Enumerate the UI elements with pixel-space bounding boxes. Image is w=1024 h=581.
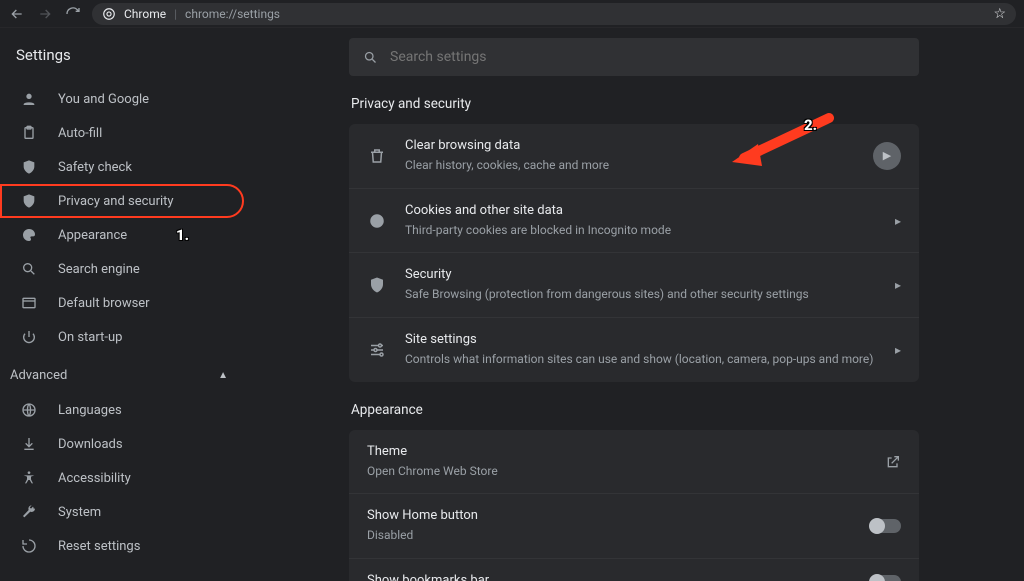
download-icon: [20, 435, 38, 453]
palette-icon: [20, 226, 38, 244]
toggle-home-button[interactable]: [871, 519, 901, 533]
row-subtitle: Open Chrome Web Store: [367, 463, 867, 480]
sidebar-advanced-label: Advanced: [10, 368, 67, 383]
sidebar-item-label: System: [58, 505, 101, 520]
section-appearance: Appearance Theme Open Chrome Web Store S…: [349, 402, 919, 581]
browser-icon: [20, 294, 38, 312]
sidebar-item-reset-settings[interactable]: Reset settings: [0, 529, 244, 563]
clipboard-icon: [20, 124, 38, 142]
wrench-icon: [20, 503, 38, 521]
sidebar-item-search-engine[interactable]: Search engine: [0, 252, 244, 286]
row-cookies[interactable]: Cookies and other site data Third-party …: [349, 188, 919, 253]
row-show-home-button[interactable]: Show Home button Disabled: [349, 493, 919, 558]
sidebar-item-label: Auto-fill: [58, 126, 102, 141]
sidebar-item-label: Languages: [58, 403, 122, 418]
settings-search-input[interactable]: [390, 49, 905, 65]
row-subtitle: Safe Browsing (protection from dangerous…: [405, 286, 877, 303]
row-title: Security: [405, 267, 877, 284]
sidebar-item-languages[interactable]: Languages: [0, 393, 244, 427]
sidebar-item-label: Accessibility: [58, 471, 131, 486]
chevron-right-icon: ▸: [895, 343, 901, 357]
row-show-bookmarks-bar[interactable]: Show bookmarks bar: [349, 558, 919, 581]
section-title-appearance: Appearance: [349, 402, 919, 418]
shield-icon: [367, 275, 387, 295]
address-bar[interactable]: Chrome | chrome://settings ☆: [92, 3, 1016, 25]
row-title: Clear browsing data: [405, 138, 855, 155]
chevron-right-icon: ▸: [895, 214, 901, 228]
sidebar-advanced-toggle[interactable]: Advanced ▲: [0, 354, 244, 393]
search-icon: [363, 50, 378, 65]
sidebar-item-label: On start-up: [58, 330, 122, 345]
trash-icon: [367, 146, 387, 166]
sidebar-item-label: Downloads: [58, 437, 123, 452]
person-icon: [20, 90, 38, 108]
sidebar-item-label: Search engine: [58, 262, 140, 277]
sidebar-item-label: Privacy and security: [58, 194, 174, 209]
bookmark-star-icon[interactable]: ☆: [993, 6, 1006, 22]
row-subtitle: Disabled: [367, 527, 853, 544]
sidebar-item-label: Reset settings: [58, 539, 140, 554]
omnibox-url: chrome://settings: [185, 7, 280, 21]
sidebar-item-appearance[interactable]: Appearance: [0, 218, 244, 252]
magnifier-icon: [20, 260, 38, 278]
sidebar-item-on-startup[interactable]: On start-up: [0, 320, 244, 354]
chevron-right-icon: ▸: [895, 278, 901, 292]
shield-check-icon: [20, 158, 38, 176]
privacy-card: Clear browsing data Clear history, cooki…: [349, 124, 919, 382]
row-theme[interactable]: Theme Open Chrome Web Store: [349, 430, 919, 494]
sidebar-item-default-browser[interactable]: Default browser: [0, 286, 244, 320]
settings-search[interactable]: [349, 38, 919, 76]
restore-icon: [20, 537, 38, 555]
row-security[interactable]: Security Safe Browsing (protection from …: [349, 252, 919, 317]
sidebar-item-system[interactable]: System: [0, 495, 244, 529]
row-subtitle: Controls what information sites can use …: [405, 351, 877, 368]
sidebar-item-label: Appearance: [58, 228, 127, 243]
sidebar-item-autofill[interactable]: Auto-fill: [0, 116, 244, 150]
sidebar-item-downloads[interactable]: Downloads: [0, 427, 244, 461]
tune-icon: [367, 340, 387, 360]
row-clear-browsing-data[interactable]: Clear browsing data Clear history, cooki…: [349, 124, 919, 188]
globe-icon: [20, 401, 38, 419]
toggle-bookmarks-bar[interactable]: [871, 575, 901, 581]
row-subtitle: Third-party cookies are blocked in Incog…: [405, 222, 877, 239]
sidebar-item-label: Safety check: [58, 160, 132, 175]
sidebar-item-label: Default browser: [58, 296, 150, 311]
row-subtitle: Clear history, cookies, cache and more: [405, 157, 855, 174]
sidebar-item-privacy-security[interactable]: Privacy and security: [0, 184, 244, 218]
sidebar-item-you-and-google[interactable]: You and Google: [0, 82, 244, 116]
sidebar-item-label: You and Google: [58, 92, 149, 107]
settings-main: Privacy and security Clear browsing data…: [244, 28, 1024, 581]
accessibility-icon: [20, 469, 38, 487]
cookie-icon: [367, 211, 387, 231]
chevron-right-icon: ▶: [873, 142, 901, 170]
row-title: Cookies and other site data: [405, 203, 877, 220]
sidebar-item-safety-check[interactable]: Safety check: [0, 150, 244, 184]
chrome-icon: [102, 7, 116, 21]
back-button[interactable]: [8, 5, 26, 23]
appearance-card: Theme Open Chrome Web Store Show Home bu…: [349, 430, 919, 581]
chevron-up-icon: ▲: [218, 370, 228, 381]
row-title: Site settings: [405, 332, 877, 349]
sidebar-title: Settings: [0, 46, 244, 82]
omnibox-separator: |: [174, 7, 177, 21]
omnibox-app-label: Chrome: [124, 7, 166, 21]
reload-button[interactable]: [64, 5, 82, 23]
open-external-icon: [885, 454, 901, 470]
settings-sidebar: Settings You and Google Auto-fill Safety…: [0, 28, 244, 581]
section-title-privacy: Privacy and security: [349, 96, 919, 112]
browser-chrome-bar: Chrome | chrome://settings ☆: [0, 0, 1024, 28]
section-privacy: Privacy and security Clear browsing data…: [349, 96, 919, 382]
power-icon: [20, 328, 38, 346]
row-title: Show Home button: [367, 508, 853, 525]
sidebar-item-accessibility[interactable]: Accessibility: [0, 461, 244, 495]
row-title: Show bookmarks bar: [367, 573, 853, 581]
row-site-settings[interactable]: Site settings Controls what information …: [349, 317, 919, 382]
shield-icon: [20, 192, 38, 210]
row-title: Theme: [367, 444, 867, 461]
forward-button: [36, 5, 54, 23]
